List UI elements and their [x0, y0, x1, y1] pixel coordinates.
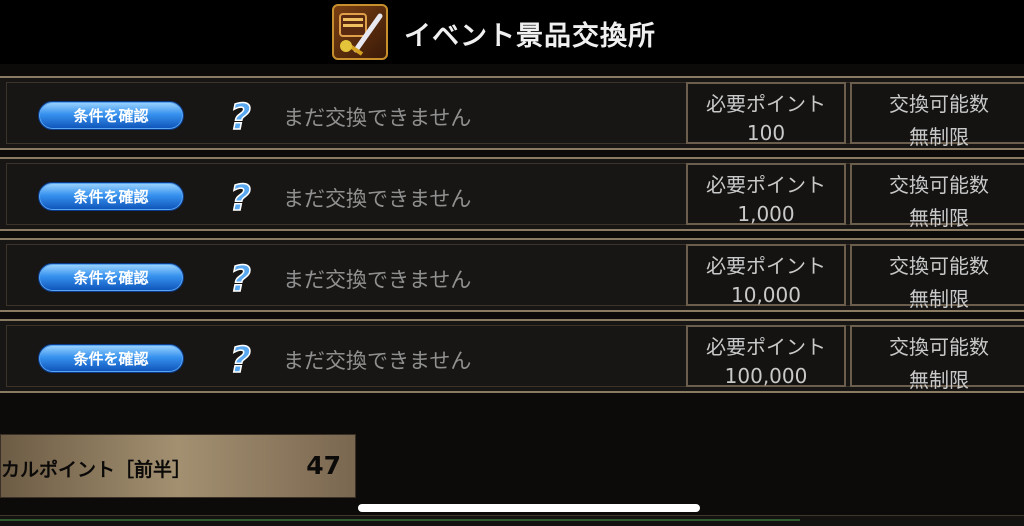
exchange-limit-label: 交換可能数 — [889, 173, 989, 197]
svg-text:?: ? — [230, 178, 251, 216]
svg-text:?: ? — [230, 97, 251, 135]
required-points-value: 100 — [746, 121, 786, 145]
home-indicator[interactable] — [358, 504, 700, 512]
exchange-limit-cell: 交換可能数 無制限 — [850, 163, 1024, 230]
exchange-limit-value: 無制限 — [909, 368, 969, 392]
required-points-label: 必要ポイント — [706, 173, 826, 197]
confirm-conditions-button[interactable]: 条件を確認 — [38, 101, 184, 130]
required-points-cell: 必要ポイント 100,000 — [686, 325, 846, 388]
question-mark-icon: ? — [226, 176, 262, 220]
list-item: 条件を確認 ? まだ交換できません 必要ポイント 10,000 交換可能数 無制… — [0, 238, 1024, 312]
required-points-value: 10,000 — [731, 283, 801, 307]
points-summary-panel: カルポイント［前半］ 47 — [0, 434, 356, 498]
list-item: 条件を確認 ? まだ交換できません 必要ポイント 100,000 交換可能数 無… — [0, 319, 1024, 393]
required-points-value: 1,000 — [737, 202, 795, 226]
question-mark-icon: ? — [226, 257, 262, 301]
header-bar: イベント景品交換所 — [0, 0, 1024, 64]
question-mark-icon: ? — [226, 95, 262, 139]
required-points-label: 必要ポイント — [706, 254, 826, 278]
required-points-value: 100,000 — [724, 364, 808, 388]
required-points-cell: 必要ポイント 100 — [686, 82, 846, 145]
exchange-limit-label: 交換可能数 — [889, 335, 989, 359]
list-item: 条件を確認 ? まだ交換できません 必要ポイント 100 交換可能数 無制限 — [0, 76, 1024, 150]
exchange-limit-cell: 交換可能数 無制限 — [850, 244, 1024, 311]
exchange-limit-cell: 交換可能数 無制限 — [850, 325, 1024, 392]
exchange-limit-label: 交換可能数 — [889, 92, 989, 116]
required-points-label: 必要ポイント — [706, 92, 826, 116]
page-title: イベント景品交換所 — [404, 21, 656, 52]
required-points-cell: 必要ポイント 10,000 — [686, 244, 846, 307]
list-item: 条件を確認 ? まだ交換できません 必要ポイント 1,000 交換可能数 無制限 — [0, 157, 1024, 231]
confirm-conditions-button[interactable]: 条件を確認 — [38, 344, 184, 373]
svg-text:?: ? — [230, 340, 251, 378]
exchange-limit-value: 無制限 — [909, 125, 969, 149]
exchange-status-text: まだ交換できません — [283, 268, 472, 292]
confirm-conditions-button[interactable]: 条件を確認 — [38, 263, 184, 292]
required-points-cell: 必要ポイント 1,000 — [686, 163, 846, 226]
confirm-conditions-button[interactable]: 条件を確認 — [38, 182, 184, 211]
exchange-limit-value: 無制限 — [909, 287, 969, 311]
event-exchange-icon — [332, 4, 388, 60]
exchange-limit-value: 無制限 — [909, 206, 969, 230]
bottom-frame — [0, 515, 1024, 526]
exchange-limit-cell: 交換可能数 無制限 — [850, 82, 1024, 149]
exchange-status-text: まだ交換できません — [283, 187, 472, 211]
exchange-limit-label: 交換可能数 — [889, 254, 989, 278]
exchange-status-text: まだ交換できません — [283, 106, 472, 130]
exchange-status-text: まだ交換できません — [283, 349, 472, 373]
svg-text:?: ? — [230, 259, 251, 297]
required-points-label: 必要ポイント — [706, 335, 826, 359]
question-mark-icon: ? — [226, 338, 262, 382]
points-summary-label: カルポイント［前半］ — [1, 459, 192, 481]
points-summary-value: 47 — [306, 451, 341, 480]
